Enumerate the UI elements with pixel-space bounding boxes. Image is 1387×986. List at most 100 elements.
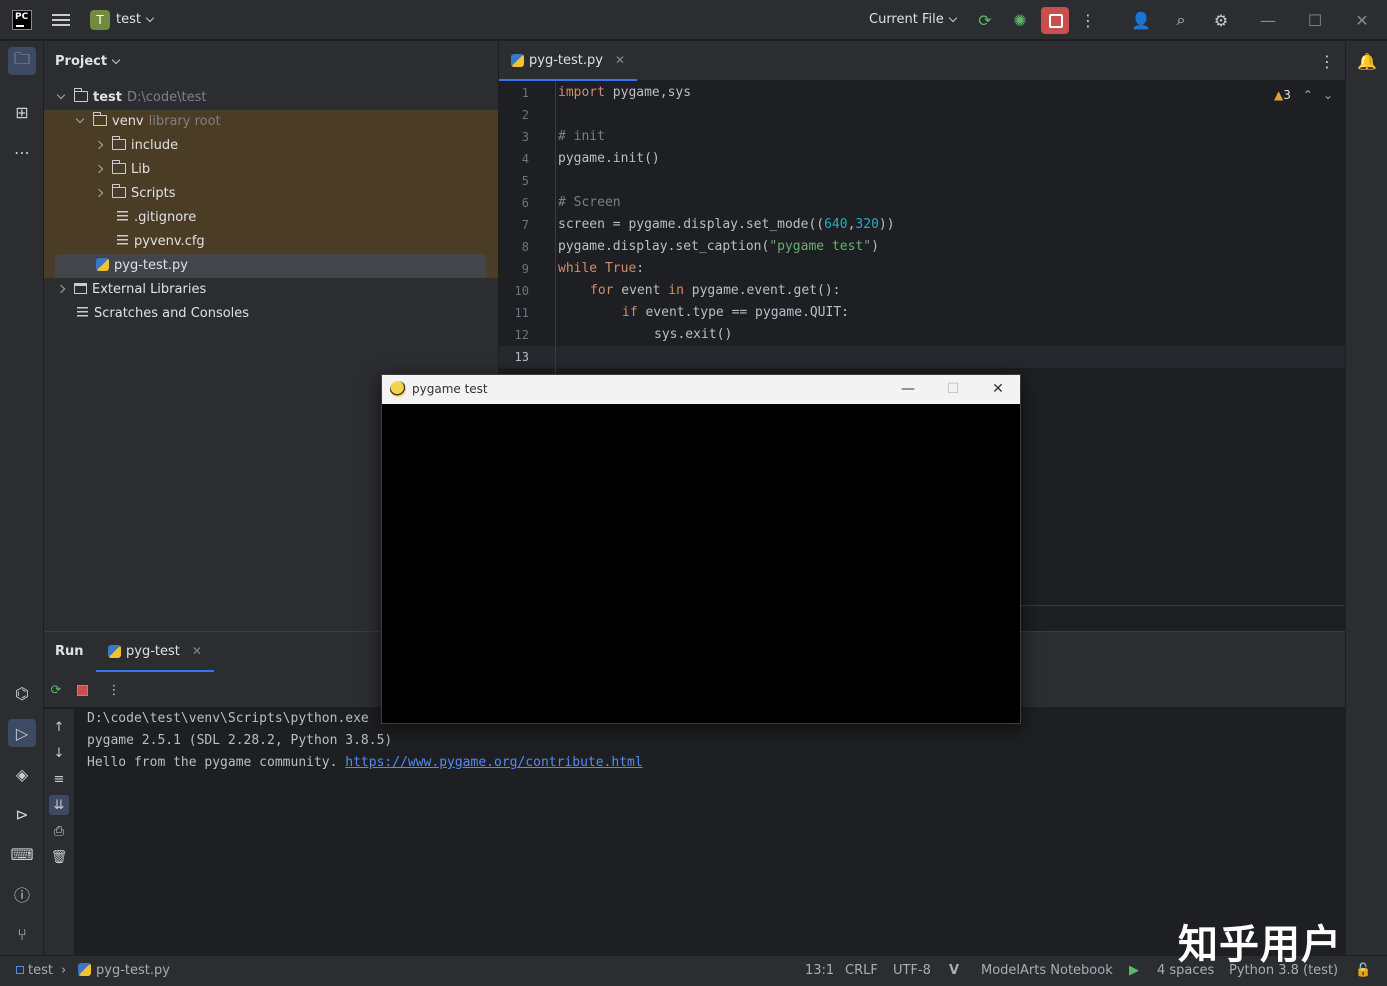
chevron-right-icon[interactable]: [94, 188, 104, 198]
chevron-right-icon[interactable]: [94, 140, 104, 150]
editor-tab-label: pyg-test.py: [529, 52, 603, 68]
file-encoding[interactable]: UTF-8: [893, 963, 931, 978]
project-selector[interactable]: test: [116, 12, 155, 27]
maximize-icon[interactable]: ☐: [933, 378, 973, 400]
soft-wrap-icon[interactable]: ≡: [49, 769, 69, 789]
close-icon[interactable]: ✕: [978, 378, 1018, 400]
tree-label: include: [131, 138, 179, 153]
structure-icon[interactable]: ⊞: [8, 98, 36, 126]
folder-icon: [93, 112, 107, 126]
stop-icon[interactable]: [72, 680, 92, 700]
tree-item-pyvenv[interactable]: pyvenv.cfg: [44, 230, 498, 254]
line-number: 9: [521, 262, 529, 276]
close-icon[interactable]: ✕: [1352, 10, 1372, 30]
line-number: 4: [521, 152, 529, 166]
problems-icon[interactable]: ⓘ: [8, 880, 36, 908]
maximize-icon[interactable]: ☐: [1305, 10, 1325, 30]
code-line: import pygame,sys: [558, 82, 691, 104]
add-user-icon[interactable]: 👤: [1131, 10, 1151, 30]
tree-item-pyg-test[interactable]: pyg-test.py: [44, 254, 498, 278]
tree-item-scratches[interactable]: Scratches and Consoles: [44, 302, 498, 326]
module-icon: [16, 966, 24, 974]
tree-item-venv[interactable]: venv library root: [44, 110, 498, 134]
chevron-right-icon[interactable]: [94, 164, 104, 174]
notebook-status[interactable]: ModelArts Notebook: [981, 963, 1113, 978]
more-icon[interactable]: ⋮: [1317, 51, 1337, 71]
code-token: event.type == pygame.QUIT:: [637, 305, 849, 320]
editor-tab-pyg-test[interactable]: pyg-test.py ✕: [499, 41, 637, 81]
console-output-line: D:\code\test\venv\Scripts\python.exe: [87, 711, 369, 726]
code-line: # init: [558, 129, 605, 144]
tree-item-test[interactable]: test D:\code\test: [44, 86, 498, 110]
project-badge[interactable]: T: [90, 10, 110, 30]
project-panel-title[interactable]: Project: [55, 54, 121, 69]
code-token: import: [558, 85, 605, 100]
tree-item-lib[interactable]: Lib: [44, 158, 498, 182]
close-tab-icon[interactable]: ✕: [192, 644, 202, 658]
line-number: 5: [521, 174, 529, 188]
code-token: pygame.display.set_caption(: [558, 239, 770, 254]
tree-item-external-libraries[interactable]: External Libraries: [44, 278, 498, 302]
chevron-up-icon[interactable]: ⌃: [1303, 88, 1313, 102]
search-icon[interactable]: ⌕: [1171, 10, 1191, 30]
chevron-right-icon[interactable]: [56, 284, 66, 294]
rerun-icon[interactable]: ⟳: [46, 680, 66, 700]
breadcrumb-file[interactable]: pyg-test.py: [78, 963, 170, 978]
breadcrumb-project[interactable]: test: [16, 963, 53, 978]
lock-icon[interactable]: 🔓: [1355, 963, 1371, 978]
close-tab-icon[interactable]: ✕: [615, 53, 625, 67]
line-separator[interactable]: CRLF: [845, 963, 878, 978]
pygame-title-bar[interactable]: pygame test — ☐ ✕: [382, 375, 1020, 404]
chevron-down-icon: [111, 55, 121, 65]
arrow-up-icon[interactable]: ↑: [49, 717, 69, 737]
chevron-down-icon[interactable]: [56, 90, 66, 100]
cursor-position[interactable]: 13:1: [805, 963, 834, 978]
more-icon[interactable]: ⋮: [104, 680, 124, 700]
left-tool-strip: 🗀 ⊞ ⋯ ⌬ ▷ ◈ ⊳ ⌨ ⓘ ⑂: [0, 41, 44, 955]
chevron-down-icon[interactable]: [75, 114, 85, 124]
pycharm-logo: PC: [12, 10, 32, 30]
code-line: # Screen: [558, 195, 621, 210]
chevron-down-icon[interactable]: ⌄: [1323, 88, 1333, 102]
run-tab-label: pyg-test: [126, 643, 180, 659]
more-tools-icon[interactable]: ⋯: [8, 138, 36, 166]
python-console-icon[interactable]: ⌬: [8, 679, 36, 707]
main-menu-icon[interactable]: [52, 12, 70, 28]
services-icon[interactable]: ⊳: [8, 800, 36, 828]
stop-button[interactable]: [1041, 7, 1069, 34]
code-line: screen = pygame.display.set_mode((640,32…: [558, 214, 895, 236]
run-config-selector[interactable]: Current File: [869, 12, 957, 27]
minimize-icon[interactable]: —: [1258, 10, 1278, 30]
tree-label: pyg-test.py: [114, 258, 188, 273]
chevron-down-icon: [145, 13, 155, 23]
tree-item-gitignore[interactable]: .gitignore: [44, 206, 498, 230]
play-icon[interactable]: ▶: [1129, 963, 1139, 978]
line-number: 10: [514, 284, 529, 298]
debug-icon[interactable]: ✺: [1010, 10, 1030, 30]
code-token: "pygame test": [769, 239, 872, 254]
git-icon[interactable]: ⑂: [8, 920, 36, 948]
python-file-icon: [511, 53, 524, 67]
tree-item-scripts[interactable]: Scripts: [44, 182, 498, 206]
rerun-icon[interactable]: ⟳: [975, 10, 995, 30]
print-icon[interactable]: ⎙: [49, 821, 69, 841]
more-icon[interactable]: ⋮: [1078, 10, 1098, 30]
notifications-icon[interactable]: 🔔: [1353, 47, 1381, 75]
pygame-window[interactable]: pygame test — ☐ ✕: [381, 374, 1021, 724]
python-file-icon: [96, 258, 109, 271]
settings-icon[interactable]: ⚙: [1211, 10, 1231, 30]
terminal-icon[interactable]: ⌨: [8, 840, 36, 868]
warnings-indicator[interactable]: ▲3 ⌃ ⌄: [1274, 88, 1333, 102]
project-folder-icon[interactable]: 🗀: [8, 47, 36, 75]
tree-item-include[interactable]: include: [44, 134, 498, 158]
scroll-to-end-icon[interactable]: ⇊: [49, 795, 69, 815]
arrow-down-icon[interactable]: ↓: [49, 743, 69, 763]
trash-icon[interactable]: 🗑: [49, 847, 69, 867]
run-tab-pyg-test[interactable]: pyg-test ✕: [96, 632, 214, 672]
line-number: 1: [521, 86, 529, 100]
layers-icon[interactable]: ◈: [8, 760, 36, 788]
console-link[interactable]: https://www.pygame.org/contribute.html: [345, 755, 642, 770]
vim-icon[interactable]: V: [949, 963, 959, 978]
run-tool-icon[interactable]: ▷: [8, 719, 36, 747]
minimize-icon[interactable]: —: [888, 378, 928, 400]
